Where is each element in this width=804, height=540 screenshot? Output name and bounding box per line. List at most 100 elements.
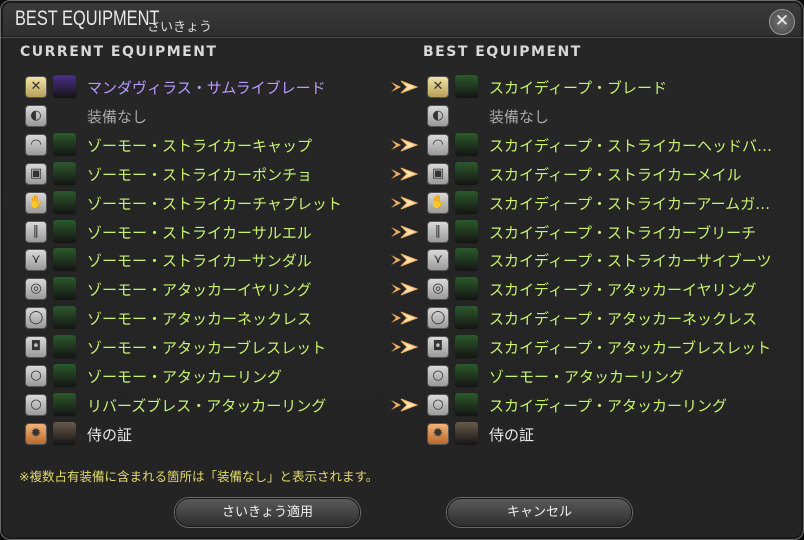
current-equipment-item-name: ゾーモー・ストライカーサルエル <box>87 223 312 242</box>
window-title: BEST EQUIPMENT <box>15 7 160 30</box>
item-thumbnail-icon[interactable] <box>454 305 479 331</box>
current-equipment-item-name: 装備なし <box>87 107 148 126</box>
item-thumbnail-icon[interactable] <box>52 420 77 446</box>
bracelet-slot-icon: ◘ <box>25 336 47 359</box>
best-equipment-row[interactable]: ∥ スカイディープ・ストライカーブリーチ <box>427 218 804 246</box>
current-equipment-row[interactable]: ○ ゾーモー・アタッカーリング <box>25 362 405 390</box>
upgrade-arrow-icon <box>391 225 419 238</box>
best-equipment-item-name: スカイディープ・アタッカーネックレス <box>489 310 758 329</box>
item-thumbnail-icon[interactable] <box>52 218 77 244</box>
item-thumbnail-icon[interactable] <box>52 391 77 417</box>
item-thumbnail-icon[interactable] <box>454 74 479 99</box>
item-thumbnail-icon[interactable] <box>52 247 77 273</box>
item-thumbnail-icon[interactable] <box>454 218 479 244</box>
body-slot-icon: ▣ <box>427 162 449 185</box>
item-thumbnail-icon[interactable] <box>52 74 77 99</box>
upgrade-arrow-icon <box>391 138 419 152</box>
current-equipment-header: CURRENT EQUIPMENT <box>20 44 218 60</box>
current-equipment-row[interactable]: ◠ ゾーモー・ストライカーキャップ <box>25 131 405 159</box>
necklace-slot-icon: ◯ <box>427 307 449 330</box>
item-thumbnail-icon[interactable] <box>454 189 479 215</box>
current-equipment-item-name: ゾーモー・ストライカーポンチョ <box>87 165 313 184</box>
ring-slot-icon: ○ <box>427 365 449 387</box>
sword-slot-icon: ✕ <box>25 76 47 98</box>
head-slot-icon: ◠ <box>427 133 449 156</box>
title-bar[interactable]: BEST EQUIPMENT さいきょう ✕ <box>1 1 803 38</box>
item-thumbnail-icon[interactable] <box>52 276 77 302</box>
current-equipment-item-name: ゾーモー・ストライカーチャプレット <box>87 194 342 213</box>
best-equipment-item-name: スカイディープ・ストライカーメイル <box>489 165 742 184</box>
bracelet-slot-icon: ◘ <box>427 336 449 359</box>
best-equipment-row[interactable]: ⋎ スカイディープ・ストライカーサイブーツ <box>427 246 804 274</box>
current-equipment-row[interactable]: ◯ ゾーモー・アタッカーネックレス <box>25 304 405 332</box>
best-equipment-item-name: ゾーモー・アタッカーリング <box>489 368 685 386</box>
best-equipment-item-name: スカイディープ・ストライカーブリーチ <box>489 223 757 242</box>
best-equipment-row[interactable]: ◘ スカイディープ・アタッカーブレスレット <box>427 333 804 361</box>
current-equipment-row[interactable]: ✹ 侍の証 <box>25 420 405 448</box>
best-equipment-row[interactable]: ✕ スカイディープ・ブレード <box>427 73 804 101</box>
best-equipment-row[interactable]: ◎ スカイディープ・アタッカーイヤリング <box>427 275 804 303</box>
item-thumbnail-icon[interactable] <box>454 131 479 157</box>
item-thumbnail-icon[interactable] <box>52 334 77 360</box>
item-thumbnail-icon[interactable] <box>52 131 77 157</box>
feet-slot-icon: ⋎ <box>25 249 47 272</box>
apply-best-button[interactable]: さいきょう適用 <box>175 498 360 527</box>
best-equipment-row[interactable]: ◯ スカイディープ・アタッカーネックレス <box>427 304 804 332</box>
best-equipment-item-name: スカイディープ・ブレード <box>489 79 668 97</box>
earring-slot-icon: ◎ <box>427 278 449 301</box>
cancel-button[interactable]: キャンセル <box>447 498 632 527</box>
current-equipment-row[interactable]: ✋ ゾーモー・ストライカーチャプレット <box>25 189 405 217</box>
head-slot-icon: ◠ <box>25 133 47 156</box>
legs-slot-icon: ∥ <box>427 220 449 243</box>
item-thumbnail-icon[interactable] <box>52 160 77 186</box>
sword-slot-icon: ✕ <box>427 76 449 98</box>
current-equipment-row[interactable]: ⋎ ゾーモー・ストライカーサンダル <box>25 246 405 274</box>
info-note: ※複数占有装備に含まれる箇所は「装備なし」と表示されます。 <box>19 469 379 484</box>
best-equipment-item-name: 装備なし <box>489 107 550 126</box>
item-thumbnail-icon[interactable] <box>454 391 479 417</box>
best-equipment-header: BEST EQUIPMENT <box>423 44 582 60</box>
best-equipment-item-name: スカイディープ・アタッカーイヤリング <box>489 281 757 300</box>
current-equipment-item-name: ゾーモー・アタッカーイヤリング <box>87 281 312 300</box>
best-equipment-row[interactable]: ◠ スカイディープ・ストライカーヘッドバ… <box>427 131 804 159</box>
upgrade-arrow-icon <box>391 311 419 325</box>
crest-slot-icon: ✹ <box>25 422 47 445</box>
item-thumbnail-icon[interactable] <box>454 276 479 302</box>
item-thumbnail-icon[interactable] <box>52 189 77 215</box>
item-thumbnail-icon[interactable] <box>454 363 479 388</box>
upgrade-arrow-icon <box>391 253 419 267</box>
shield-slot-icon: ◐ <box>427 104 449 127</box>
current-equipment-row[interactable]: ◘ ゾーモー・アタッカーブレスレット <box>25 333 405 361</box>
current-equipment-row[interactable]: ○ リバーズブレス・アタッカーリング <box>25 391 405 419</box>
best-equipment-item-name: スカイディープ・ストライカーアームガ… <box>489 194 771 213</box>
item-thumbnail-icon[interactable] <box>454 160 479 186</box>
item-thumbnail-icon[interactable] <box>454 334 479 360</box>
current-equipment-item-name: マンダヴィラス・サムライブレード <box>87 79 326 97</box>
best-equipment-row[interactable]: ○ スカイディープ・アタッカーリング <box>427 391 804 419</box>
current-equipment-row[interactable]: ◎ ゾーモー・アタッカーイヤリング <box>25 275 405 303</box>
close-icon: ✕ <box>774 11 790 31</box>
current-equipment-row[interactable]: ◐ 装備なし <box>25 102 405 130</box>
best-equipment-item-name: 侍の証 <box>489 425 535 444</box>
current-equipment-row[interactable]: ✕ マンダヴィラス・サムライブレード <box>25 73 405 101</box>
item-thumbnail-icon[interactable] <box>52 363 77 388</box>
current-equipment-row[interactable]: ∥ ゾーモー・ストライカーサルエル <box>25 218 405 246</box>
necklace-slot-icon: ◯ <box>25 307 47 330</box>
best-equipment-row[interactable]: ▣ スカイディープ・ストライカーメイル <box>427 160 804 188</box>
best-equipment-row[interactable]: ✋ スカイディープ・ストライカーアームガ… <box>427 189 804 217</box>
current-equipment-item-name: ゾーモー・ストライカーサンダル <box>87 252 312 271</box>
current-equipment-item-name: 侍の証 <box>87 425 133 444</box>
close-button[interactable]: ✕ <box>769 9 795 35</box>
best-equipment-row[interactable]: ◐ 装備なし <box>427 102 804 130</box>
item-thumbnail-icon[interactable] <box>454 420 479 446</box>
best-equipment-window: BEST EQUIPMENT さいきょう ✕ CURRENT EQUIPMENT… <box>0 0 804 540</box>
best-equipment-row[interactable]: ✹ 侍の証 <box>427 420 804 448</box>
item-thumbnail-icon[interactable] <box>52 305 77 331</box>
best-equipment-row[interactable]: ○ ゾーモー・アタッカーリング <box>427 362 804 390</box>
item-thumbnail-icon[interactable] <box>454 247 479 273</box>
current-equipment-row[interactable]: ▣ ゾーモー・ストライカーポンチョ <box>25 160 405 188</box>
upgrade-arrow-icon <box>391 196 419 210</box>
body-slot-icon: ▣ <box>25 162 47 185</box>
ring-slot-icon: ○ <box>427 393 449 416</box>
current-equipment-item-name: リバーズブレス・アタッカーリング <box>87 396 327 415</box>
